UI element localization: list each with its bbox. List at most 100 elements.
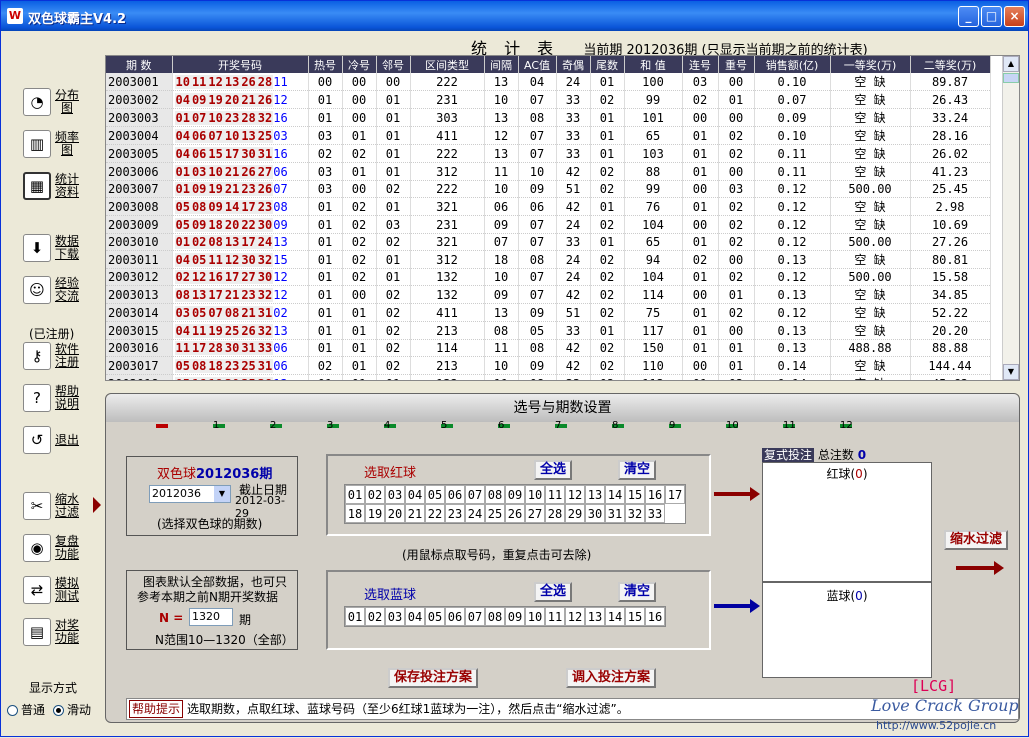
table-row[interactable]: 2003010 01 02 08 13 17 2413 01 02 02 321 07 07 33 01 65… (106, 233, 991, 251)
red-ball[interactable]: 14 (605, 485, 625, 504)
red-ball[interactable]: 16 (645, 485, 665, 504)
red-ball[interactable]: 13 (585, 485, 605, 504)
sidebar-button-exit[interactable]: ↺ 退出 (23, 423, 83, 457)
blue-ball[interactable]: 13 (585, 607, 605, 626)
table-row[interactable]: 2003008 05 08 09 14 17 2308 01 02 01 321 06 06 42 01 76… (106, 197, 991, 216)
load-plan-button[interactable]: 调入投注方案 (566, 668, 657, 688)
red-ball[interactable]: 19 (365, 504, 385, 523)
radio-scroll[interactable]: 滑动 (53, 701, 91, 718)
radio-normal[interactable]: 普通 (7, 701, 45, 718)
table-scrollbar[interactable]: ▲ ▼ (1002, 56, 1019, 380)
red-ball[interactable]: 28 (545, 504, 565, 523)
blue-ball[interactable]: 08 (485, 607, 505, 626)
scroll-thumb[interactable] (1003, 73, 1019, 83)
title-bar[interactable]: W 双色球霸主V4.2 _ □ × (1, 1, 1028, 31)
table-row[interactable]: 2003014 03 05 07 08 21 3102 01 01 02 411 13 09 51 02 75… (106, 303, 991, 322)
stats-table-container[interactable]: 期 数开奖号码 热号 冷号 邻号 区间类型 间隔 AC值 奇偶 尾数和 值连号 重号 销售额(亿) 一… (105, 55, 1020, 381)
red-ball[interactable]: 21 (405, 504, 425, 523)
blue-ball[interactable]: 05 (425, 607, 445, 626)
save-plan-button[interactable]: 保存投注方案 (388, 668, 479, 688)
blue-ball[interactable]: 15 (625, 607, 645, 626)
table-row[interactable]: 2003017 05 08 18 23 25 3106 02 01 02 213 10 09 42 02 11… (106, 356, 991, 375)
blue-ball[interactable]: 16 (645, 607, 665, 626)
red-ball[interactable]: 30 (585, 504, 605, 523)
red-ball[interactable]: 06 (445, 485, 465, 504)
red-clear-button[interactable]: 清空 (618, 460, 657, 480)
table-row[interactable]: 2003002 04 09 19 20 21 2612 01 00 01 231 10 07 33 02 99… (106, 90, 991, 109)
red-ball[interactable]: 04 (405, 485, 425, 504)
red-ball[interactable]: 01 (345, 485, 365, 504)
red-ball[interactable]: 27 (525, 504, 545, 523)
table-row[interactable]: 2003011 04 05 11 12 30 3215 01 02 01 312 18 08 24 02 94… (106, 250, 991, 269)
sidebar-button-refresh[interactable]: ⇄ 模拟测试 (23, 573, 83, 607)
red-ball[interactable]: 10 (525, 485, 545, 504)
scroll-up-icon[interactable]: ▲ (1003, 56, 1019, 72)
sidebar-button-users[interactable]: ☺ 经验交流 (23, 273, 83, 307)
red-ball[interactable]: 23 (445, 504, 465, 523)
red-ball[interactable]: 15 (625, 485, 645, 504)
sidebar-button-grid[interactable]: ▤ 对奖功能 (23, 615, 83, 649)
sidebar-button-camera[interactable]: ◉ 复盘功能 (23, 531, 83, 565)
red-ball[interactable]: 18 (345, 504, 365, 523)
red-ball[interactable]: 09 (505, 485, 525, 504)
minimize-button[interactable]: _ (958, 6, 979, 27)
red-ball[interactable]: 03 (385, 485, 405, 504)
sidebar-button-scissors[interactable]: ✂ 缩水过滤 (23, 489, 83, 523)
blue-output-box[interactable]: 蓝球(0) (762, 582, 932, 678)
close-button[interactable]: × (1004, 6, 1025, 27)
table-row[interactable]: 2003001 10 11 12 13 26 2811 00 00 00 222 13 04 24 01 10… (106, 73, 991, 91)
chevron-down-icon[interactable]: ▼ (214, 486, 230, 502)
blue-ball[interactable]: 03 (385, 607, 405, 626)
sidebar-button-stats[interactable]: ▦ 统计资料 (23, 169, 83, 203)
sidebar-button-bar-chart[interactable]: ▥ 频率图 (23, 127, 83, 161)
blue-clear-button[interactable]: 清空 (618, 582, 657, 602)
red-ball[interactable]: 32 (625, 504, 645, 523)
red-ball[interactable]: 07 (465, 485, 485, 504)
table-row[interactable]: 2003007 01 09 19 21 23 2607 03 00 02 222 10 09 51 02 99… (106, 180, 991, 198)
red-ball[interactable]: 12 (565, 485, 585, 504)
red-ball[interactable]: 24 (465, 504, 485, 523)
table-row[interactable]: 2003003 01 07 10 23 28 3216 01 00 01 303 13 08 33 01 10… (106, 108, 991, 127)
red-ball[interactable]: 31 (605, 504, 625, 523)
blue-ball[interactable]: 01 (345, 607, 365, 626)
red-ball[interactable]: 08 (485, 485, 505, 504)
sidebar-button-key[interactable]: ⚷ 软件注册 (23, 339, 83, 373)
sidebar-button-download[interactable]: ⬇ 数据下载 (23, 231, 83, 265)
table-row[interactable]: 2003016 11 17 28 30 31 3306 01 01 02 114 11 08 42 02 15… (106, 339, 991, 357)
red-ball[interactable]: 29 (565, 504, 585, 523)
red-output-box[interactable]: 红球(0) (762, 462, 932, 582)
scroll-down-icon[interactable]: ▼ (1003, 364, 1019, 380)
table-row[interactable]: 2003013 08 13 17 21 23 3212 01 00 02 132 09 07 42 02 11… (106, 285, 991, 304)
blue-ball[interactable]: 04 (405, 607, 425, 626)
table-row[interactable]: 2003012 02 12 16 17 27 3012 01 02 01 132 10 07 24 02 10… (106, 268, 991, 286)
maximize-button[interactable]: □ (981, 6, 1002, 27)
red-ball[interactable]: 02 (365, 485, 385, 504)
sidebar-button-help[interactable]: ? 帮助说明 (23, 381, 83, 415)
n-input[interactable]: 1320 (189, 608, 233, 626)
blue-ball[interactable]: 09 (505, 607, 525, 626)
blue-ball[interactable]: 07 (465, 607, 485, 626)
red-ball[interactable]: 17 (665, 485, 685, 504)
table-row[interactable]: 2003009 05 09 18 20 22 3009 01 02 03 231 09 07 24 02 10… (106, 215, 991, 234)
red-ball[interactable]: 22 (425, 504, 445, 523)
blue-ball[interactable]: 02 (365, 607, 385, 626)
period-combo[interactable]: 2012036 ▼ (149, 485, 231, 503)
sidebar-button-pie[interactable]: ◔ 分布图 (23, 85, 83, 119)
table-row[interactable]: 2003015 04 11 19 25 26 3213 01 01 02 213 08 05 33 01 11… (106, 321, 991, 340)
blue-ball[interactable]: 11 (545, 607, 565, 626)
blue-select-all-button[interactable]: 全选 (534, 582, 573, 602)
table-row[interactable]: 2003018051619202528130101011321108330211… (106, 374, 991, 380)
blue-ball[interactable]: 10 (525, 607, 545, 626)
blue-ball[interactable]: 14 (605, 607, 625, 626)
red-ball[interactable]: 20 (385, 504, 405, 523)
shrink-filter-button[interactable]: 缩水过滤 (944, 530, 1009, 550)
table-row[interactable]: 2003005 04 06 15 17 30 3116 02 02 01 222 13 07 33 01 10… (106, 144, 991, 163)
blue-ball[interactable]: 06 (445, 607, 465, 626)
red-select-all-button[interactable]: 全选 (534, 460, 573, 480)
table-row[interactable]: 2003006 01 03 10 21 26 2706 03 01 01 312 11 10 42 02 88… (106, 162, 991, 181)
red-ball[interactable]: 26 (505, 504, 525, 523)
red-ball[interactable]: 11 (545, 485, 565, 504)
red-ball[interactable]: 33 (645, 504, 665, 523)
red-ball[interactable]: 25 (485, 504, 505, 523)
blue-ball[interactable]: 12 (565, 607, 585, 626)
